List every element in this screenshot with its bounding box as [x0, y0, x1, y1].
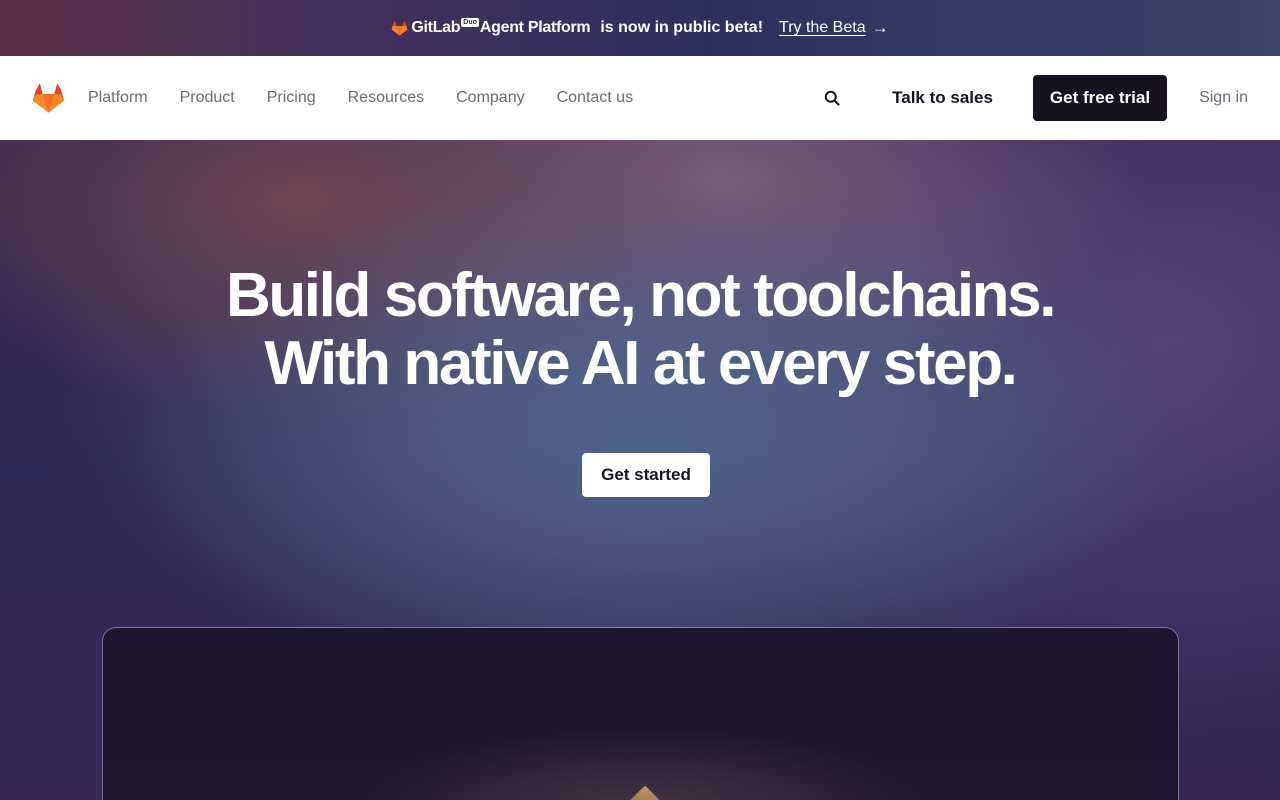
main-nav: Platform Product Pricing Resources Compa…	[0, 56, 1280, 140]
nav-item-pricing[interactable]: Pricing	[267, 89, 316, 107]
try-beta-link[interactable]: Try the Beta	[779, 19, 866, 37]
hero-headline-line2: With native AI at every step.	[264, 329, 1017, 398]
duo-tag: Duo	[461, 17, 479, 27]
banner-brand-logo: GitLab Duo Agent Platform	[391, 17, 591, 37]
get-started-button[interactable]: Get started	[582, 453, 710, 497]
nav-item-resources[interactable]: Resources	[348, 89, 424, 107]
nav-item-company[interactable]: Company	[456, 89, 524, 107]
talk-to-sales-link[interactable]: Talk to sales	[892, 88, 993, 108]
arrow-right-icon: →	[871, 18, 889, 37]
hero-section: Build software, not toolchains. With nat…	[0, 140, 1280, 800]
nav-item-product[interactable]: Product	[180, 89, 235, 107]
get-free-trial-button[interactable]: Get free trial	[1032, 75, 1168, 121]
hero-media-panel[interactable]	[102, 627, 1179, 800]
banner-message: is now in public beta!	[600, 19, 764, 36]
nav-item-platform[interactable]: Platform	[88, 89, 148, 107]
banner-content: GitLab Duo Agent Platform is now in publ…	[391, 17, 889, 38]
banner-brand-name: GitLab	[411, 19, 461, 36]
gitlab-tanuki-icon	[391, 20, 408, 36]
media-glow-shape	[629, 785, 661, 800]
banner-product-name: Agent Platform	[479, 19, 591, 36]
nav-links: Platform Product Pricing Resources Compa…	[88, 89, 665, 107]
nav-item-contact-us[interactable]: Contact us	[557, 89, 633, 107]
announcement-banner: GitLab Duo Agent Platform is now in publ…	[0, 0, 1280, 56]
search-icon	[824, 90, 840, 106]
gitlab-logo-icon[interactable]	[32, 82, 65, 114]
hero-headline-line1: Build software, not toolchains.	[225, 261, 1056, 330]
nav-actions: Talk to sales Get free trial Sign in	[820, 75, 1248, 121]
sign-in-link[interactable]: Sign in	[1199, 89, 1248, 107]
hero-headline: Build software, not toolchains. With nat…	[0, 262, 1280, 398]
search-button[interactable]	[820, 86, 844, 110]
